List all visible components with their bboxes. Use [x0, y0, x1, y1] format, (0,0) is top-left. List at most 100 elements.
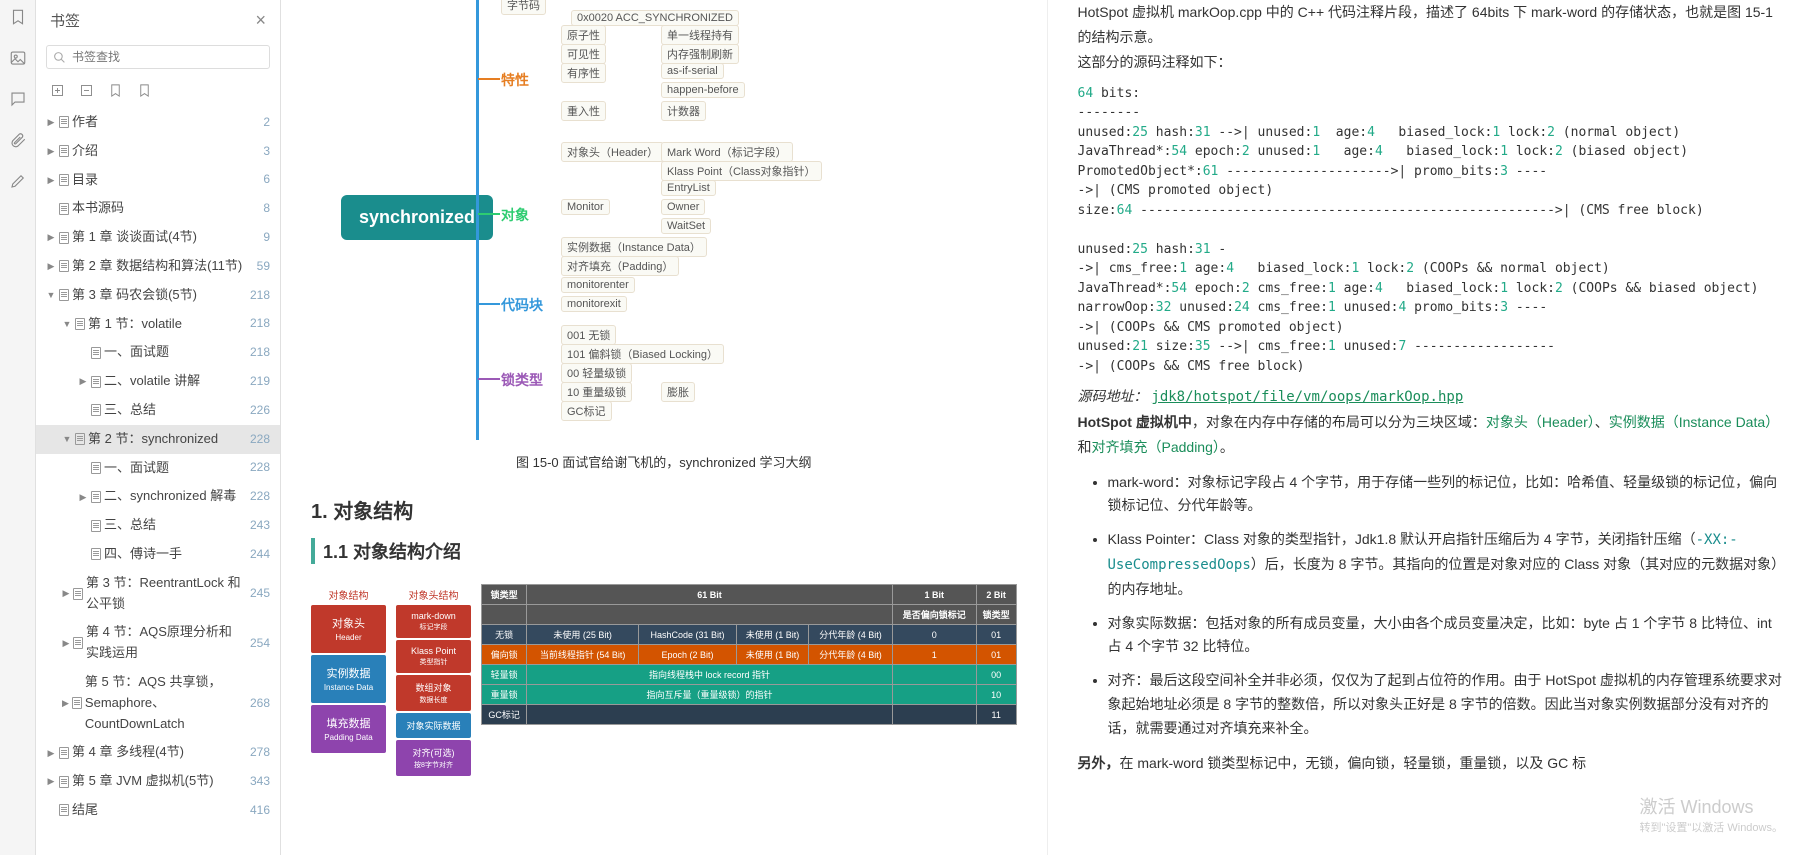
mindmap-category: 特性	[501, 70, 529, 90]
bookmark-page: 218	[250, 343, 270, 362]
bookmark-label: 作者	[72, 112, 98, 133]
tree-toggle-icon[interactable]: ▶	[62, 636, 70, 650]
image-icon[interactable]	[9, 49, 27, 70]
bookmark-item[interactable]: ▶第 3 节：ReentrantLock 和 公平锁245	[36, 569, 280, 619]
bookmark-item[interactable]: 一、面试题228	[36, 454, 280, 483]
collapse-all-icon[interactable]	[79, 83, 94, 98]
bookmark-page: 244	[250, 545, 270, 564]
bookmark-page: 59	[257, 257, 270, 276]
bookmark-item[interactable]: 结尾416	[36, 796, 280, 825]
mindmap-node: 可见性	[561, 44, 606, 64]
page-icon	[59, 776, 69, 788]
bookmark-label: 二、synchronized 解毒	[104, 486, 236, 507]
bookmark-item[interactable]: 四、傅诗一手244	[36, 540, 280, 569]
bookmark-alt-icon[interactable]	[137, 83, 152, 98]
mindmap-node: Mark Word（标记字段）	[661, 142, 793, 162]
page-icon	[72, 697, 82, 709]
close-icon[interactable]: ×	[255, 10, 266, 31]
bookmark-page: 219	[250, 372, 270, 391]
bookmark-item[interactable]: ▶ 二、synchronized 解毒 228	[36, 482, 280, 511]
bookmark-label: 第 4 节：AQS原理分析和实践运用	[86, 622, 244, 664]
bookmark-item[interactable]: 本书源码8	[36, 194, 280, 223]
tree-toggle-icon[interactable]: ▶	[78, 374, 88, 388]
mindmap-node: 001 无锁	[561, 325, 616, 345]
bookmark-item[interactable]: ▶第 4 章 多线程(4节)278	[36, 738, 280, 767]
bookmark-page: 268	[250, 694, 270, 713]
tree-toggle-icon[interactable]: ▶	[62, 586, 70, 600]
tree-toggle-icon[interactable]: ▼	[62, 432, 72, 446]
page-icon	[59, 747, 69, 759]
bookmark-item[interactable]: ▶ 作者 2	[36, 108, 280, 137]
bookmark-page: 218	[250, 286, 270, 305]
bookmark-page: 254	[250, 634, 270, 653]
bookmark-item[interactable]: ▶目录6	[36, 166, 280, 195]
bookmark-item[interactable]: ▶ 第 2 章 数据结构和算法(11节) 59	[36, 252, 280, 281]
bookmark-item[interactable]: ▶介绍3	[36, 137, 280, 166]
bookmark-page: 228	[250, 487, 270, 506]
mindmap-node: 原子性	[561, 25, 606, 45]
bookmark-item[interactable]: 一、面试题 218	[36, 338, 280, 367]
tree-toggle-icon[interactable]: ▶	[46, 230, 56, 244]
mindmap-node: Monitor	[561, 199, 610, 215]
bookmark-page: 226	[250, 401, 270, 420]
mindmap-node: 0x0020 ACC_SYNCHRONIZED	[571, 10, 739, 26]
bookmark-item[interactable]: ▼第 1 节：volatile218	[36, 310, 280, 339]
page-right: HotSpot 虚拟机 markOop.cpp 中的 C++ 代码注释片段，描述…	[1048, 0, 1813, 855]
page-icon	[59, 260, 69, 272]
page-icon	[91, 347, 101, 359]
bookmark-search[interactable]	[46, 45, 270, 69]
tree-toggle-icon[interactable]: ▶	[62, 696, 69, 710]
mindmap-node: 有序性	[561, 63, 606, 83]
bookmark-sidebar: 书签 × ▶作者2▶介绍3▶目录6本书源码8▶第 1 章 谈谈面试(4节)9▶第…	[36, 0, 281, 855]
mindmap-node: monitorexit	[561, 296, 627, 312]
bookmark-item[interactable]: 三、总结243	[36, 511, 280, 540]
tree-toggle-icon[interactable]: ▶	[46, 259, 56, 273]
bookmark-item[interactable]: ▶二、volatile 讲解219	[36, 367, 280, 396]
bookmark-label: 第 5 节：AQS 共享锁，Semaphore、CountDownLatch	[85, 672, 244, 734]
bookmark-label: 第 4 章 多线程(4节)	[72, 742, 184, 763]
mindmap-root: synchronized	[341, 195, 493, 240]
page-icon	[59, 232, 69, 244]
bookmark-tools	[36, 75, 280, 108]
bookmark-label: 三、总结	[104, 400, 156, 421]
bookmark-item[interactable]: ▶ 第 5 节：AQS 共享锁，Semaphore、CountDownLatch 2…	[36, 668, 280, 738]
figure-caption: 图 15-0 面试官给谢飞机的，synchronized 学习大纲	[311, 452, 1017, 471]
bookmark-page: 2	[263, 113, 270, 132]
bookmark-label: 第 3 章 码农会锁(5节)	[72, 285, 197, 306]
bookmark-item[interactable]: ▶第 1 章 谈谈面试(4节)9	[36, 223, 280, 252]
bookmark-label: 第 2 章 数据结构和算法(11节)	[72, 256, 242, 277]
mindmap-category: 对象	[501, 205, 529, 225]
mindmap-node: Owner	[661, 199, 705, 215]
tree-toggle-icon[interactable]: ▶	[46, 144, 56, 158]
bookmark-add-icon[interactable]	[108, 83, 123, 98]
bookmark-label: 结尾	[72, 800, 98, 821]
bookmark-item[interactable]: ▼第 2 节：synchronized228	[36, 425, 280, 454]
mindmap-node: monitorenter	[561, 277, 635, 293]
tree-toggle-icon[interactable]: ▶	[78, 490, 88, 504]
tree-toggle-icon[interactable]: ▼	[62, 317, 72, 331]
search-input[interactable]	[72, 50, 263, 64]
tree-toggle-icon[interactable]: ▶	[46, 115, 56, 129]
bookmark-label: 一、面试题	[104, 342, 169, 363]
bookmark-item[interactable]: ▶第 5 章 JVM 虚拟机(5节)343	[36, 767, 280, 796]
bookmark-item[interactable]: ▶ 第 4 节：AQS原理分析和实践运用 254	[36, 618, 280, 668]
expand-all-icon[interactable]	[50, 83, 65, 98]
edit-icon[interactable]	[9, 172, 27, 193]
bookmark-icon[interactable]	[9, 8, 27, 29]
comment-icon[interactable]	[9, 90, 27, 111]
page-icon	[91, 520, 101, 532]
mindmap-node: 单一线程持有	[661, 25, 739, 45]
tree-toggle-icon[interactable]: ▶	[46, 746, 56, 760]
tree-toggle-icon[interactable]: ▶	[46, 774, 56, 788]
tree-toggle-icon[interactable]: ▼	[46, 288, 56, 302]
bullet-item: mark-word：对象标记字段占 4 个字节，用于存储一些列的标记位，比如：哈…	[1108, 471, 1784, 519]
tree-toggle-icon[interactable]: ▶	[46, 173, 56, 187]
bookmark-item[interactable]: ▼ 第 3 章 码农会锁(5节) 218	[36, 281, 280, 310]
bookmark-item[interactable]: 三、总结 226	[36, 396, 280, 425]
object-structure-diagram: 对象结构对象头Header实例数据Instance Data填充数据Paddin…	[311, 584, 1017, 778]
code-block: 64 bits: -------- unused:25 hash:31 -->|…	[1078, 84, 1784, 377]
source-link[interactable]: jdk8/hotspot/file/vm/oops/markOop.hpp	[1151, 389, 1463, 405]
bookmark-page: 3	[263, 142, 270, 161]
page-icon	[91, 404, 101, 416]
attachment-icon[interactable]	[9, 131, 27, 152]
